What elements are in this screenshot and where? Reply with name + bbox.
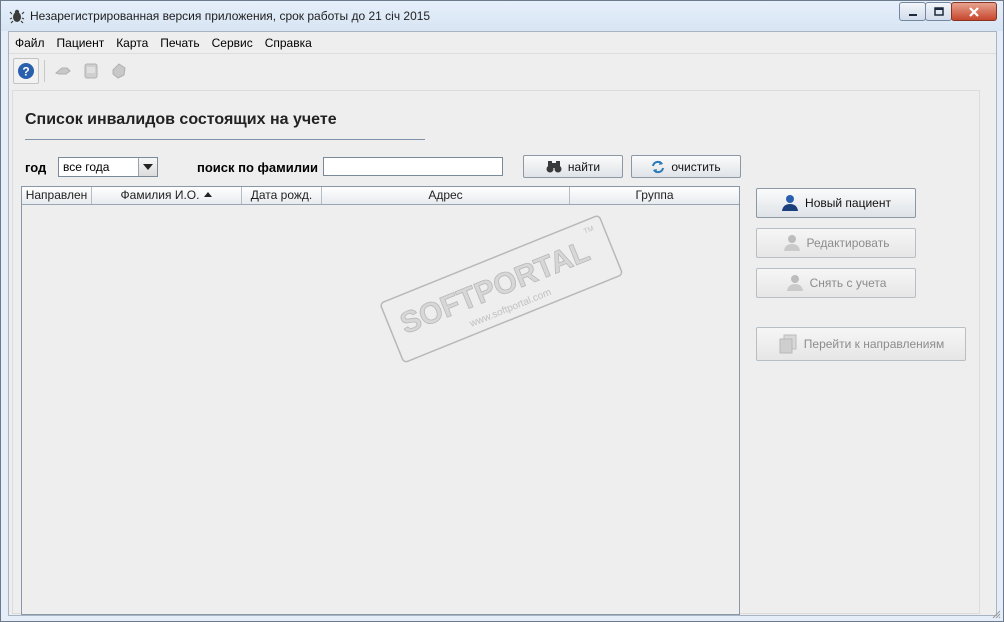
new-patient-label: Новый пациент bbox=[805, 196, 891, 210]
toolbar-tag-button[interactable] bbox=[106, 58, 132, 84]
column-header-label: Фамилия И.О. bbox=[120, 188, 200, 202]
window-title: Незарегистрированная версия приложения, … bbox=[30, 9, 431, 23]
surname-search-input[interactable] bbox=[323, 157, 503, 176]
main-panel: Список инвалидов состоящих на учете год … bbox=[12, 90, 980, 615]
find-button-label: найти bbox=[567, 159, 601, 174]
page-title: Список инвалидов состоящих на учете bbox=[25, 111, 337, 128]
menu-print[interactable]: Печать bbox=[154, 32, 205, 53]
user-remove-icon bbox=[786, 274, 804, 292]
menu-help[interactable]: Справка bbox=[259, 32, 318, 53]
documents-icon bbox=[778, 334, 798, 354]
menu-service[interactable]: Сервис bbox=[206, 32, 259, 53]
column-header-name[interactable]: Фамилия И.О. bbox=[92, 187, 242, 204]
chevron-down-icon bbox=[143, 164, 153, 170]
help-button[interactable]: ? bbox=[13, 58, 39, 84]
menu-card[interactable]: Карта bbox=[110, 32, 154, 53]
table-header: Направлен Фамилия И.О. Дата рожд. Адрес … bbox=[22, 187, 739, 205]
binoculars-icon bbox=[546, 160, 562, 174]
column-header-label: Направлен bbox=[25, 188, 88, 202]
column-header-label: Группа bbox=[635, 188, 674, 202]
user-edit-icon bbox=[783, 234, 801, 252]
menu-file[interactable]: Файл bbox=[9, 32, 51, 53]
year-select[interactable]: все года bbox=[58, 157, 158, 177]
svg-text:?: ? bbox=[22, 65, 29, 79]
clear-button[interactable]: очистить bbox=[631, 155, 741, 178]
column-header-group[interactable]: Группа bbox=[570, 187, 739, 204]
tag-icon bbox=[112, 63, 126, 79]
column-header-label: Дата рожд. bbox=[250, 188, 313, 202]
refresh-icon bbox=[651, 160, 665, 174]
surname-search-label: поиск по фамилии bbox=[197, 160, 318, 175]
maximize-button[interactable] bbox=[925, 2, 952, 21]
resize-grip-icon[interactable] bbox=[991, 609, 1001, 619]
go-to-referrals-button[interactable]: Перейти к направлениям bbox=[756, 327, 966, 361]
title-divider bbox=[25, 139, 425, 140]
deregister-label: Снять с учета bbox=[809, 276, 887, 290]
column-header-referred[interactable]: Направлен bbox=[22, 187, 92, 204]
user-add-icon bbox=[781, 194, 799, 212]
toolbar: ? bbox=[13, 57, 134, 85]
window-controls bbox=[899, 2, 997, 21]
toolbar-hand-button[interactable] bbox=[50, 58, 76, 84]
toolbar-separator bbox=[44, 60, 45, 82]
minimize-icon bbox=[908, 13, 917, 16]
clear-button-label: очистить bbox=[671, 159, 721, 174]
app-beetle-icon bbox=[9, 8, 25, 24]
maximize-icon bbox=[933, 6, 944, 16]
year-select-value: все года bbox=[63, 160, 110, 174]
watermark-tm: TM bbox=[583, 225, 595, 235]
menu-bar: Файл Пациент Карта Печать Сервис Справка bbox=[9, 32, 996, 54]
find-button[interactable]: найти bbox=[523, 155, 623, 178]
document-icon bbox=[84, 63, 98, 79]
toolbar-document-button[interactable] bbox=[78, 58, 104, 84]
go-to-referrals-label: Перейти к направлениям bbox=[803, 337, 945, 351]
help-icon: ? bbox=[18, 63, 34, 79]
close-icon bbox=[969, 6, 979, 17]
minimize-button[interactable] bbox=[899, 2, 926, 21]
title-bar[interactable]: Незарегистрированная версия приложения, … bbox=[1, 1, 1003, 31]
year-label: год bbox=[25, 160, 47, 175]
new-patient-button[interactable]: Новый пациент bbox=[756, 188, 916, 218]
hand-icon bbox=[54, 67, 71, 75]
close-button[interactable] bbox=[951, 2, 997, 21]
edit-label: Редактировать bbox=[806, 236, 890, 250]
deregister-button[interactable]: Снять с учета bbox=[756, 268, 916, 298]
menu-patient[interactable]: Пациент bbox=[51, 32, 111, 53]
year-dropdown-button[interactable] bbox=[138, 158, 157, 176]
sort-ascending-icon bbox=[204, 192, 213, 197]
column-header-address[interactable]: Адрес bbox=[322, 187, 570, 204]
column-header-birthdate[interactable]: Дата рожд. bbox=[242, 187, 322, 204]
patients-table[interactable]: Направлен Фамилия И.О. Дата рожд. Адрес … bbox=[21, 186, 740, 615]
app-window: Незарегистрированная версия приложения, … bbox=[0, 0, 1004, 622]
edit-button[interactable]: Редактировать bbox=[756, 228, 916, 258]
column-header-label: Адрес bbox=[428, 188, 463, 202]
